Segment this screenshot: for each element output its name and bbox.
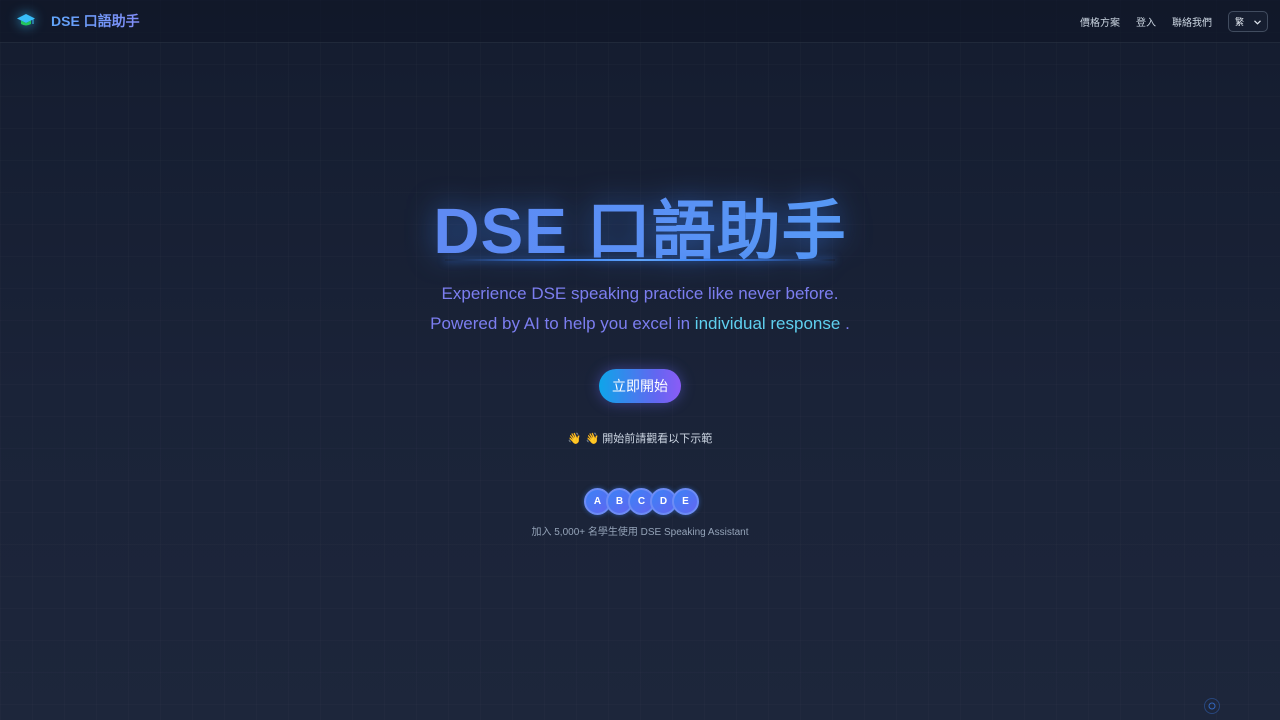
hero-subtitle-line2: Powered by AI to help you excel in indiv… [0, 314, 1280, 334]
chevron-down-icon [1254, 17, 1261, 27]
nav-menu: 價格方案 登入 聯絡我們 繁 [1080, 0, 1268, 43]
avatar-group: A B C D E [584, 488, 699, 515]
subtitle-prefix: Powered by AI to help you excel in [430, 314, 691, 333]
avatar: E [672, 488, 699, 515]
subtitle-suffix: . [845, 314, 850, 333]
join-count-text: 加入 5,000+ 名學生使用 DSE Speaking Assistant [531, 527, 749, 538]
nav-contact-link[interactable]: 聯絡我們 [1172, 14, 1212, 29]
demo-hint[interactable]: 👋 👋 開始前請觀看以下示範 [0, 430, 1280, 446]
start-now-button[interactable]: 立即開始 [599, 369, 681, 403]
subtitle-highlight: individual response [694, 314, 841, 333]
nav-pricing-link[interactable]: 價格方案 [1080, 14, 1120, 29]
top-navbar: DSE 口語助手 價格方案 登入 聯絡我們 繁 [0, 0, 1280, 43]
nav-login-link[interactable]: 登入 [1136, 14, 1156, 29]
language-select[interactable]: 繁 [1228, 11, 1268, 32]
demo-hint-text: 👋 開始前請觀看以下示範 [585, 433, 713, 445]
graduation-cap-icon [16, 11, 36, 31]
language-value: 繁 [1235, 17, 1245, 27]
hero-subtitle-line1: Experience DSE speaking practice like ne… [441, 284, 839, 303]
title-underline [445, 259, 835, 261]
logo-link[interactable]: DSE 口語助手 [16, 11, 140, 31]
waving-hand-icon: 👋 [567, 433, 582, 445]
logo-text: DSE 口語助手 [51, 13, 140, 29]
background-grid [0, 0, 1280, 720]
help-widget-icon[interactable] [1204, 698, 1220, 714]
